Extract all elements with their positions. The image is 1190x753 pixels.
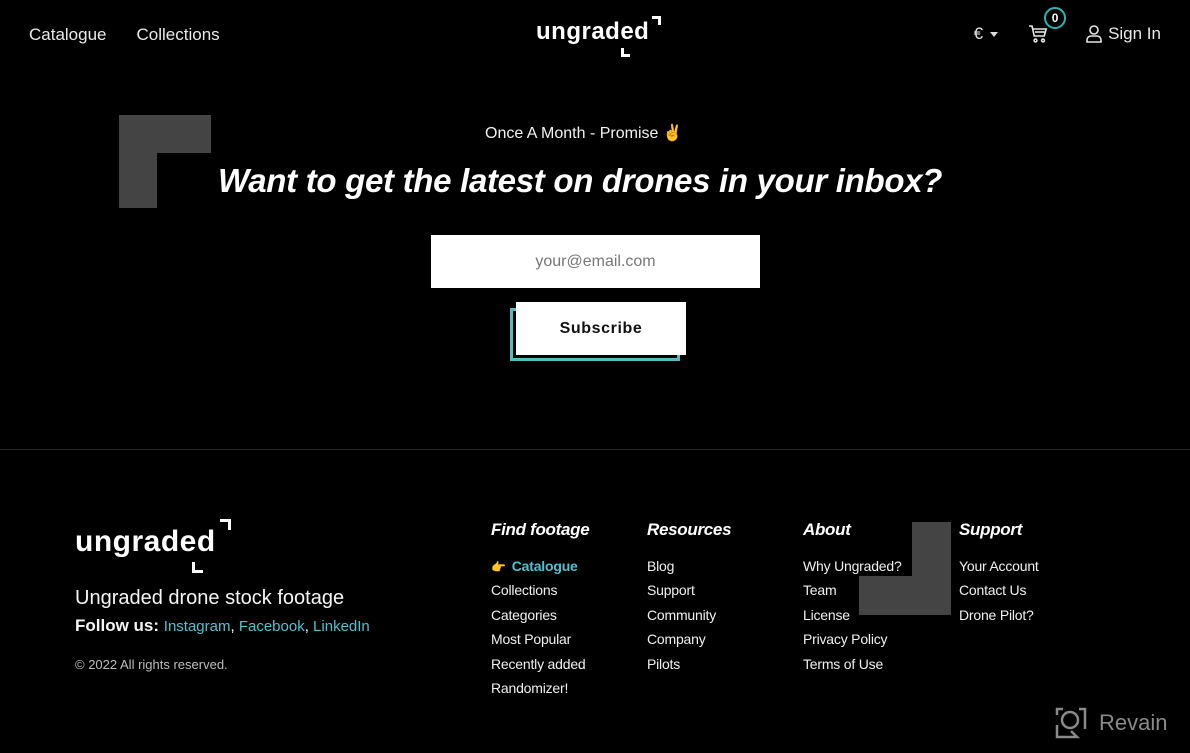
footer-link-company[interactable]: Company: [647, 627, 731, 651]
link-list: Why Ungraded? Team License Privacy Polic…: [803, 554, 902, 676]
revain-logo-icon: [1055, 707, 1087, 739]
footer-column-about: About Why Ungraded? Team License Privacy…: [803, 520, 902, 676]
footer-link-your-account[interactable]: Your Account: [959, 554, 1039, 578]
instagram-link[interactable]: Instagram: [164, 618, 231, 635]
currency-symbol: €: [973, 24, 984, 43]
footer-link-license[interactable]: License: [803, 603, 902, 627]
footer-logo[interactable]: ungraded: [75, 519, 231, 573]
logo-corner-mark: [652, 16, 662, 25]
logo-corner-mark: [219, 519, 231, 530]
link-list: Your Account Contact Us Drone Pilot?: [959, 554, 1039, 627]
footer-link-community[interactable]: Community: [647, 603, 731, 627]
column-title: Resources: [647, 520, 732, 539]
nav-catalogue[interactable]: Catalogue: [29, 25, 107, 45]
pointing-hand-icon: 👉: [491, 560, 506, 574]
sign-in-label: Sign In: [1108, 24, 1161, 43]
separator: ,: [304, 618, 314, 635]
subscribe-button[interactable]: Subscribe: [516, 302, 686, 355]
header-actions: € 0 Sign In: [973, 7, 1161, 44]
column-title: Find footage: [491, 520, 590, 539]
logo-corner-mark: [192, 562, 203, 573]
cart-count-badge: 0: [1044, 7, 1067, 29]
footer-link-contact-us[interactable]: Contact Us: [959, 578, 1039, 602]
decorative-block: [119, 153, 157, 208]
footer-link-categories[interactable]: Categories: [491, 603, 589, 627]
link-list: 👉 Catalogue Collections Categories Most P…: [491, 554, 589, 700]
section-divider: [0, 449, 1190, 450]
footer-link-privacy-policy[interactable]: Privacy Policy: [803, 627, 902, 651]
header-logo[interactable]: ungraded: [536, 16, 662, 57]
decorative-block: [912, 522, 951, 576]
link-list: Blog Support Community Company Pilots: [647, 554, 731, 676]
footer-link-randomizer[interactable]: Randomizer!: [491, 676, 589, 700]
chevron-down-icon: [990, 31, 999, 37]
footer-link-drone-pilot[interactable]: Drone Pilot?: [959, 603, 1039, 627]
footer-link-team[interactable]: Team: [803, 578, 902, 602]
email-input[interactable]: [431, 235, 760, 288]
separator: ,: [230, 618, 239, 635]
footer-link-most-popular[interactable]: Most Popular: [491, 627, 589, 651]
column-title: About: [803, 520, 851, 539]
logo-text: ungraded: [536, 18, 650, 45]
cart-button[interactable]: 0: [1028, 7, 1067, 44]
copyright: © 2022 All rights reserved.: [75, 657, 228, 672]
footer-link-support[interactable]: Support: [647, 578, 731, 602]
revain-label: Revain: [1099, 710, 1168, 735]
footer-column-resources: Resources Blog Support Community Company…: [647, 520, 732, 676]
newsletter-headline: Want to get the latest on drones in your…: [218, 162, 943, 199]
footer-tagline: Ungraded drone stock footage: [75, 587, 345, 609]
user-icon: [1086, 25, 1102, 43]
link-label: Catalogue: [511, 558, 578, 574]
footer-link-recently-added[interactable]: Recently added: [491, 652, 589, 676]
footer-column-find-footage: Find footage 👉 Catalogue Collections Cate…: [491, 520, 590, 700]
footer-column-support: Support Your Account Contact Us Drone Pi…: [959, 520, 1039, 627]
footer-link-why-ungraded[interactable]: Why Ungraded?: [803, 554, 902, 578]
follow-us: Follow us: Instagram, Facebook, LinkedIn: [75, 616, 370, 636]
main-nav: Catalogue Collections: [29, 25, 220, 45]
logo-corner-mark: [621, 48, 630, 57]
footer-link-terms-of-use[interactable]: Terms of Use: [803, 652, 902, 676]
footer-link-blog[interactable]: Blog: [647, 554, 731, 578]
footer-link-collections[interactable]: Collections: [491, 578, 589, 602]
decorative-block: [119, 115, 211, 153]
revain-watermark: Revain: [1055, 707, 1167, 739]
linkedin-link[interactable]: LinkedIn: [313, 618, 370, 635]
currency-selector[interactable]: €: [973, 24, 999, 44]
sign-in-button[interactable]: Sign In: [1086, 24, 1161, 44]
footer-link-catalogue[interactable]: 👉 Catalogue: [491, 554, 589, 578]
footer-link-pilots[interactable]: Pilots: [647, 652, 731, 676]
facebook-link[interactable]: Facebook: [239, 618, 305, 635]
follow-label: Follow us:: [75, 616, 160, 635]
column-title: Support: [959, 520, 1023, 539]
nav-collections[interactable]: Collections: [137, 25, 220, 45]
logo-text: ungraded: [75, 525, 216, 558]
newsletter-tagline: Once A Month - Promise ✌: [485, 125, 683, 142]
cart-icon: [1029, 25, 1048, 43]
